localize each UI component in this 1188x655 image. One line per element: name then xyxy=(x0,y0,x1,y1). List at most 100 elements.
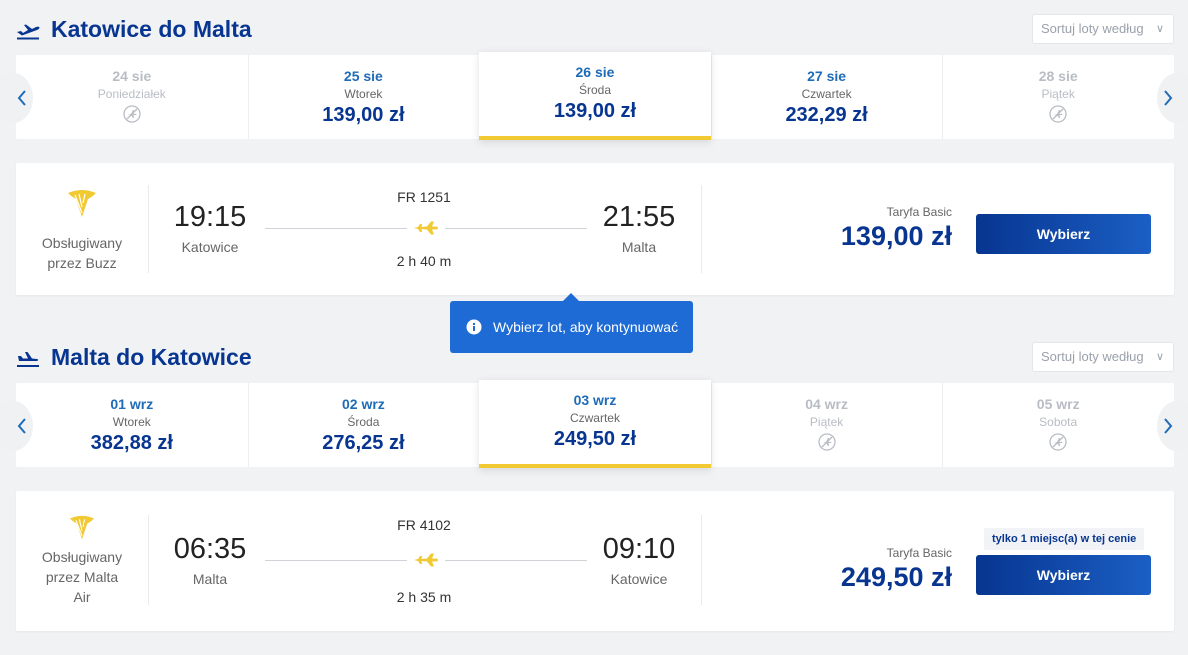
arrive-time: 21:55 xyxy=(602,201,676,233)
date-price: 276,25 zł xyxy=(322,432,405,454)
harp-logo-icon xyxy=(69,515,95,540)
weekday-label: Czwartek xyxy=(569,411,620,425)
weekday-label: Piątek xyxy=(809,415,844,429)
operator-block: Obsługiwany przez Buzz xyxy=(16,163,148,295)
divider xyxy=(148,185,149,273)
operator-line-3: Air xyxy=(73,589,91,605)
route-line-left xyxy=(265,228,407,229)
no-flight-icon xyxy=(1049,105,1067,123)
weekday-label: Wtorek xyxy=(344,87,383,101)
plane-icon xyxy=(414,221,438,235)
operator-line-1: Obsługiwany xyxy=(41,549,123,565)
date-option[interactable]: 26 sie Środa 139,00 zł xyxy=(479,52,711,140)
date-option: 28 sie Piątek xyxy=(942,55,1174,139)
outbound-title: Katowice do Malta xyxy=(51,16,252,42)
divider xyxy=(710,383,712,467)
divider xyxy=(942,55,944,139)
route-line-right xyxy=(445,560,587,561)
operator-block: Obsługiwany przez Malta Air xyxy=(16,491,148,631)
depart-city: Malta xyxy=(192,571,228,587)
weekday-label: Środa xyxy=(578,83,611,97)
fare-label: Taryfa Basic xyxy=(886,205,952,219)
date-label: 01 wrz xyxy=(110,396,154,412)
fare-price: 249,50 zł xyxy=(840,562,952,592)
chevron-down-icon: ∨ xyxy=(1155,23,1164,35)
outbound-sort-dropdown[interactable]: Sortuj loty według ∨ xyxy=(1032,14,1174,44)
date-price: 382,88 zł xyxy=(90,432,173,454)
date-option[interactable]: 03 wrz Czwartek 249,50 zł xyxy=(479,380,711,468)
info-icon xyxy=(466,319,482,335)
weekday-label: Wtorek xyxy=(112,415,151,429)
date-label: 04 wrz xyxy=(805,396,848,412)
date-price: 249,50 zł xyxy=(553,428,637,450)
plane-takeoff-icon xyxy=(17,24,40,40)
date-option: 04 wrz Piątek xyxy=(710,383,943,467)
weekday-label: Czwartek xyxy=(801,87,852,101)
selected-indicator xyxy=(479,136,711,140)
no-flight-icon xyxy=(1049,433,1067,451)
fare-label: Taryfa Basic xyxy=(886,546,952,560)
sort-label: Sortuj loty według xyxy=(1041,21,1144,36)
outbound-flight-card: Obsługiwany przez Buzz 19:15 Katowice FR… xyxy=(16,163,1174,295)
select-flight-tooltip: Wybierz lot, aby kontynuować xyxy=(450,293,693,353)
divider xyxy=(247,55,249,139)
flight-duration: 2 h 35 m xyxy=(396,589,452,605)
flight-number: FR 1251 xyxy=(397,189,451,205)
route-line-right xyxy=(445,228,587,229)
arrive-city: Malta xyxy=(621,239,657,255)
date-label: 24 sie xyxy=(112,68,152,84)
date-option[interactable]: 25 sie Wtorek 139,00 zł xyxy=(247,55,480,139)
date-option: 05 wrz Sobota xyxy=(942,383,1174,467)
divider xyxy=(247,383,249,467)
divider xyxy=(148,515,149,605)
arrive-city: Katowice xyxy=(610,571,668,587)
weekday-label: Sobota xyxy=(1039,415,1078,429)
date-label: 25 sie xyxy=(343,68,383,84)
inbound-title: Malta do Katowice xyxy=(51,344,252,370)
harp-logo-icon xyxy=(68,190,96,217)
date-option: 24 sie Poniedziałek xyxy=(16,55,248,139)
sort-label: Sortuj loty według xyxy=(1041,349,1144,364)
divider xyxy=(942,383,944,467)
depart-time: 06:35 xyxy=(173,533,247,565)
flight-duration: 2 h 40 m xyxy=(396,253,452,269)
date-option[interactable]: 02 wrz Środa 276,25 zł xyxy=(247,383,480,467)
selected-indicator xyxy=(479,464,711,468)
plane-icon xyxy=(414,553,438,567)
date-label: 03 wrz xyxy=(573,392,617,408)
plane-landing-icon xyxy=(17,352,39,367)
inbound-date-carousel: 01 wrz Wtorek 382,88 zł 02 wrz Środa 276,25 z… xyxy=(0,380,1188,468)
divider xyxy=(710,55,712,139)
inbound-flight-card: Obsługiwany przez Malta Air 06:35 Malta … xyxy=(16,491,1174,631)
date-option[interactable]: 01 wrz Wtorek 382,88 zł xyxy=(16,383,248,467)
tooltip-arrow xyxy=(562,293,580,302)
select-flight-button[interactable]: Wybierz xyxy=(976,214,1151,254)
date-price: 232,29 zł xyxy=(785,104,868,126)
date-label: 27 sie xyxy=(807,68,847,84)
weekday-label: Piątek xyxy=(1041,87,1075,101)
inbound-sort-dropdown[interactable]: Sortuj loty według ∨ xyxy=(1032,342,1174,372)
date-price: 139,00 zł xyxy=(553,100,637,122)
weekday-label: Środa xyxy=(347,415,380,429)
date-label: 02 wrz xyxy=(341,396,385,412)
depart-city: Katowice xyxy=(181,239,239,255)
tooltip-text: Wybierz lot, aby kontynuować xyxy=(493,319,679,335)
no-flight-icon xyxy=(817,433,836,451)
depart-time: 19:15 xyxy=(173,201,247,233)
date-price: 139,00 zł xyxy=(322,104,405,126)
date-label: 26 sie xyxy=(575,64,615,80)
arrive-time: 09:10 xyxy=(602,533,676,565)
outbound-header: Katowice do Malta Sortuj loty według ∨ xyxy=(16,14,1174,48)
divider xyxy=(701,515,702,605)
divider xyxy=(701,185,702,273)
date-label: 05 wrz xyxy=(1036,396,1080,412)
operator-line-1: Obsługiwany xyxy=(41,235,123,251)
date-option[interactable]: 27 sie Czwartek 232,29 zł xyxy=(710,55,943,139)
weekday-label: Poniedziałek xyxy=(97,87,166,101)
chevron-down-icon: ∨ xyxy=(1155,351,1164,363)
operator-line-2: przez Malta xyxy=(45,569,119,585)
route-line-left xyxy=(265,560,407,561)
select-flight-button[interactable]: Wybierz xyxy=(976,555,1151,595)
fare-price: 139,00 zł xyxy=(840,221,952,251)
date-label: 28 sie xyxy=(1038,68,1078,84)
